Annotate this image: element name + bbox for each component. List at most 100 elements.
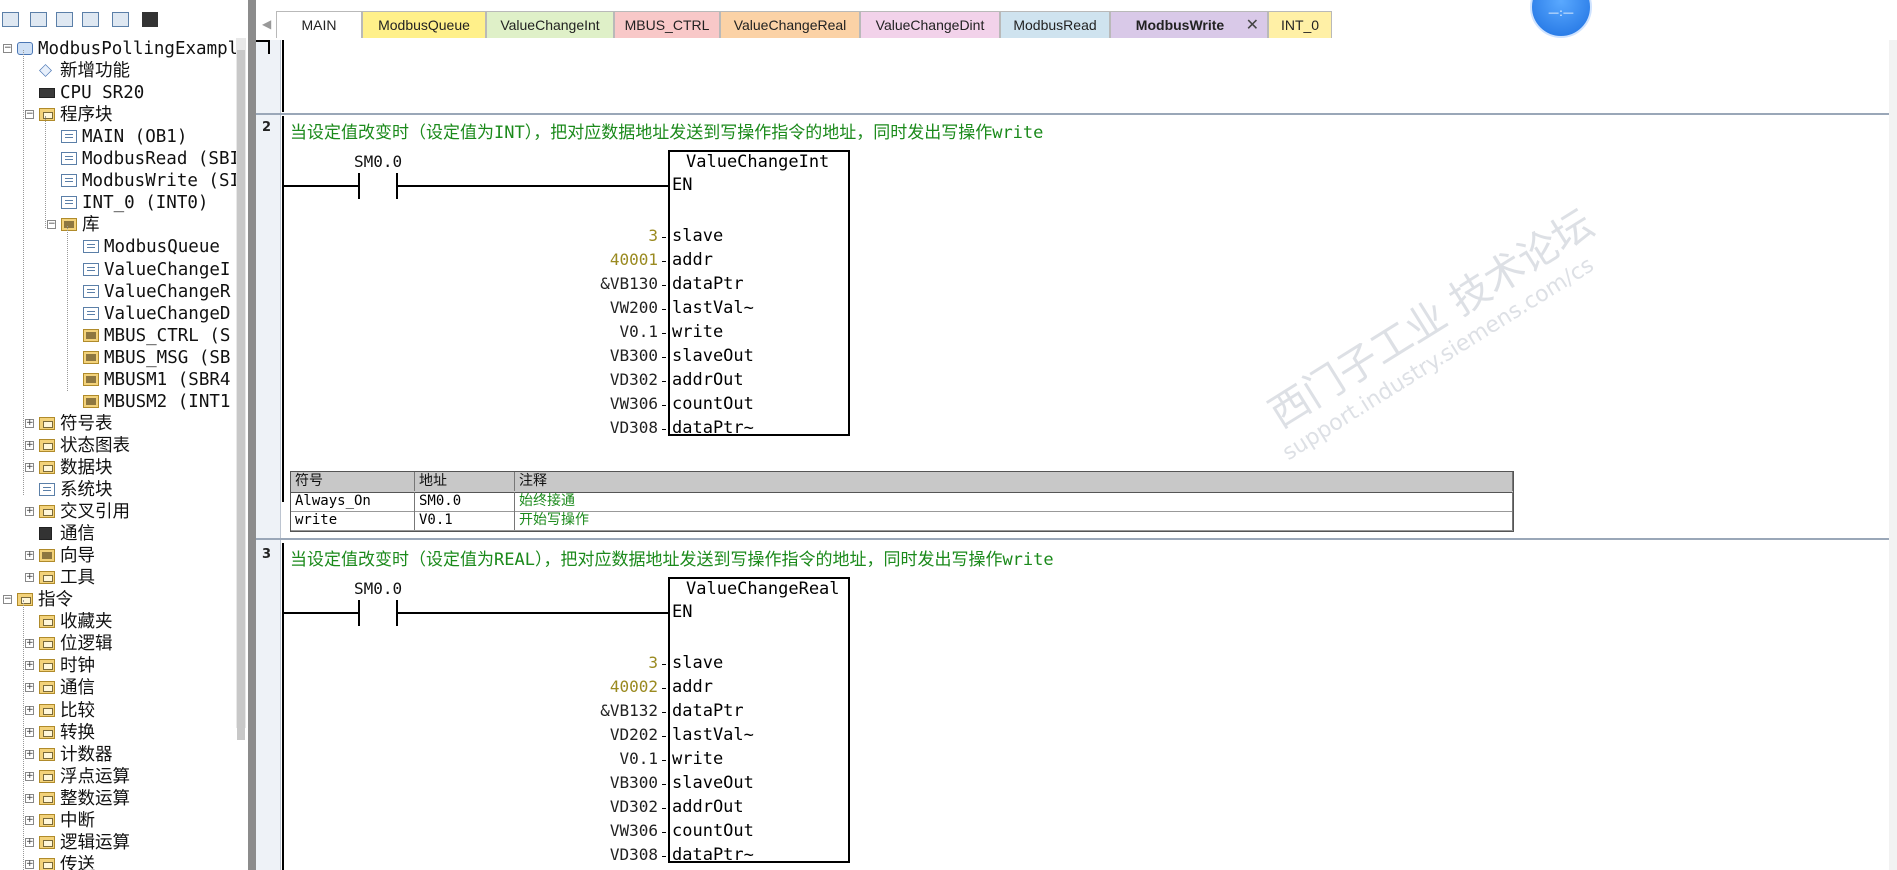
collapse-icon[interactable]: − [47, 220, 56, 230]
tree-item[interactable]: + 时钟 [0, 655, 236, 677]
tab-close-icon[interactable]: ✕ [1246, 12, 1259, 39]
tree-item[interactable]: + 计数器 [0, 744, 236, 766]
tab-main[interactable]: MAIN [276, 11, 362, 38]
tree-item[interactable]: MBUSM2 (INT1 [0, 391, 236, 413]
tree-item[interactable]: + 符号表 [0, 413, 236, 435]
view-icon[interactable] [2, 12, 19, 27]
tab-int_0[interactable]: INT_0 [1268, 11, 1332, 38]
tree-item[interactable]: MBUSM1 (SBR4 [0, 369, 236, 391]
tree-item[interactable]: + 传送 [0, 854, 236, 870]
tree-item[interactable]: + 中断 [0, 810, 236, 832]
expand-icon[interactable]: + [25, 418, 34, 428]
tree-item[interactable]: − 库 [0, 214, 236, 236]
tree-item[interactable]: + 交叉引用 [0, 501, 236, 523]
symbol-table-cell[interactable]: write [291, 511, 415, 530]
tree-item[interactable]: 收藏夹 [0, 611, 236, 633]
tab-modbusread[interactable]: ModbusRead [1000, 11, 1110, 38]
tree-item[interactable]: 通信 [0, 523, 236, 545]
tree-item[interactable]: MBUS_CTRL (S [0, 325, 236, 347]
window-icon[interactable] [112, 12, 129, 27]
tab-valuechangeint[interactable]: ValueChangeInt [486, 11, 614, 38]
pin-operand[interactable]: 40001 [508, 250, 658, 270]
expand-icon[interactable]: + [25, 749, 34, 759]
expand-icon[interactable]: + [25, 727, 34, 737]
pin-operand[interactable]: VW200 [508, 298, 658, 318]
tree-item[interactable]: + 浮点运算 [0, 766, 236, 788]
expand-icon[interactable]: + [25, 462, 34, 472]
tree-item[interactable]: CPU SR20 [0, 82, 236, 104]
tab-valuechangereal[interactable]: ValueChangeReal [720, 11, 860, 38]
pane-splitter[interactable] [248, 0, 256, 870]
symbol-table-cell[interactable]: SM0.0 [415, 492, 515, 511]
pin-operand[interactable]: VD302 [508, 370, 658, 390]
collapse-icon[interactable]: − [3, 44, 12, 53]
tree-item[interactable]: ValueChangeR [0, 281, 236, 303]
expand-icon[interactable]: + [25, 793, 34, 803]
tree-item[interactable]: ModbusRead (SBI [0, 148, 240, 170]
tree-scrollbar-thumb[interactable] [237, 50, 245, 740]
symbol-table-cell[interactable]: 开始写操作 [515, 511, 1513, 530]
pin-operand[interactable]: VD202 [508, 725, 658, 745]
tree-item[interactable]: ModbusQueue [0, 236, 236, 258]
tab-modbusqueue[interactable]: ModbusQueue [362, 11, 486, 38]
pin-operand[interactable]: 3 [508, 226, 658, 246]
tree-item[interactable]: + 向导 [0, 545, 236, 567]
tree-item[interactable]: INT_0 (INT0) [0, 192, 236, 214]
tree-item[interactable]: − 程序块 [0, 104, 236, 126]
expand-icon[interactable]: + [25, 683, 34, 693]
ladder-editor[interactable]: 2 当设定值改变时（设定值为INT），把对应数据地址发送到写操作指令的地址，同时发… [256, 40, 1897, 870]
tab-valuechangedint[interactable]: ValueChangeDint [860, 11, 1000, 38]
list-icon[interactable] [82, 12, 99, 27]
pin-operand[interactable]: &VB130 [508, 274, 658, 294]
block-icon[interactable] [56, 12, 73, 27]
pin-operand[interactable]: VD302 [508, 797, 658, 817]
expand-icon[interactable]: + [25, 440, 34, 450]
tree-item[interactable]: ValueChangeD [0, 303, 236, 325]
expand-icon[interactable]: + [25, 661, 34, 671]
tab-scroll-left-icon[interactable]: ◀ [262, 17, 271, 31]
pin-operand[interactable]: VB300 [508, 346, 658, 366]
pin-operand[interactable]: VB300 [508, 773, 658, 793]
expand-icon[interactable]: + [25, 639, 34, 649]
expand-icon[interactable]: + [25, 507, 34, 517]
expand-icon[interactable]: + [25, 771, 34, 781]
communication-icon[interactable] [142, 12, 158, 27]
expand-icon[interactable]: + [25, 551, 34, 561]
tab-modbuswrite[interactable]: ModbusWrite ✕ [1110, 11, 1268, 38]
pin-operand[interactable]: V0.1 [508, 749, 658, 769]
tree-item[interactable]: MBUS_MSG (SB [0, 347, 236, 369]
tree-item[interactable]: + 状态图表 [0, 435, 236, 457]
collapse-icon[interactable]: − [25, 110, 34, 120]
tree-item[interactable]: + 位逻辑 [0, 633, 236, 655]
pin-operand[interactable]: 40002 [508, 677, 658, 697]
expand-icon[interactable]: + [25, 859, 34, 869]
tree-item[interactable]: 系统块 [0, 479, 236, 501]
expand-icon[interactable]: + [25, 705, 34, 715]
tree-item[interactable]: + 逻辑运算 [0, 832, 236, 854]
tree-item[interactable]: + 通信 [0, 677, 236, 699]
pin-operand[interactable]: 3 [508, 653, 658, 673]
editor-scrollbar[interactable] [1889, 40, 1897, 870]
tree-item[interactable]: + 转换 [0, 722, 236, 744]
collapse-icon[interactable]: − [3, 595, 12, 605]
expand-icon[interactable]: + [25, 573, 34, 583]
tree-item[interactable]: ModbusWrite (SI [0, 170, 240, 192]
expand-icon[interactable]: + [25, 837, 34, 847]
pin-operand[interactable]: &VB132 [508, 701, 658, 721]
pin-operand[interactable]: VD308 [508, 418, 658, 438]
symbol-table-cell[interactable]: 始终接通 [515, 492, 1513, 511]
tree-item[interactable]: − ModbusPollingExampl [0, 38, 238, 60]
table-icon[interactable] [30, 12, 47, 27]
tree-item[interactable]: − 指令 [0, 589, 236, 611]
tree-item[interactable]: MAIN (OB1) [0, 126, 236, 148]
tree-item[interactable]: 新增功能 [0, 60, 236, 82]
pin-operand[interactable]: V0.1 [508, 322, 658, 342]
pin-operand[interactable]: VW306 [508, 394, 658, 414]
tree-item[interactable]: + 数据块 [0, 457, 236, 479]
tree-item[interactable]: ValueChangeI [0, 259, 236, 281]
pin-operand[interactable]: VD308 [508, 845, 658, 865]
tree-item[interactable]: + 工具 [0, 567, 236, 589]
expand-icon[interactable]: + [25, 815, 34, 825]
tab-mbus_ctrl[interactable]: MBUS_CTRL [614, 11, 720, 38]
symbol-table-cell[interactable]: V0.1 [415, 511, 515, 530]
